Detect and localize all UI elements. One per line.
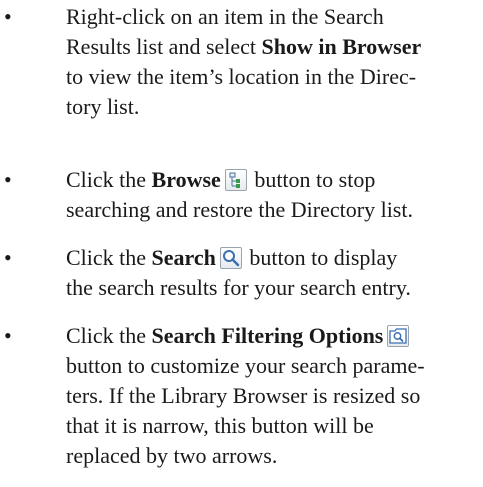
text-line: ters. If the Library Browser is resized …: [66, 383, 421, 408]
text-line: Results list and select Show in Browser: [66, 32, 478, 62]
search-magnifier-icon: [219, 247, 242, 269]
text-line: searching and restore the Directory list…: [66, 197, 413, 222]
list-item-text: Click the Search Filtering Options butto…: [66, 321, 478, 471]
text-line: Click the Browse button to stop: [66, 165, 478, 195]
text-line: replaced by two arrows.: [66, 443, 278, 468]
list-item-text: Click the Browse button to stop searchin…: [66, 165, 478, 225]
text-line: button to customize your search parame-: [66, 353, 425, 378]
text-run: Results list and select: [66, 34, 262, 59]
bullet-point: •: [4, 4, 12, 29]
bullet-point: •: [4, 245, 12, 270]
document-page: • Right-click on an item in the Search R…: [0, 0, 483, 487]
text-run: Click the: [66, 245, 152, 270]
text-line: Right-click on an item in the Search: [66, 4, 384, 29]
text-run: Click the: [66, 323, 152, 348]
bullet-point: •: [4, 323, 12, 348]
show-in-browser-term: Show in Browser: [261, 34, 422, 59]
bullet-point: •: [4, 167, 12, 192]
search-term: Search: [151, 245, 216, 270]
search-filtering-options-term: Search Filtering Options: [151, 323, 384, 348]
search-filter-icon: [387, 325, 410, 347]
text-line: Click the Search Filtering Options: [66, 321, 478, 351]
list-item-text: Right-click on an item in the Search Res…: [66, 2, 478, 122]
text-run: Click the: [66, 167, 152, 192]
text-line: the search results for your search entry…: [66, 275, 411, 300]
text-line: to view the item’s location in the Direc…: [66, 64, 417, 89]
text-line: Click the Search button to display: [66, 243, 478, 273]
text-run: button to stop: [248, 167, 376, 192]
browse-tree-icon: [224, 169, 247, 191]
text-line: tory list.: [66, 94, 140, 119]
browse-term: Browse: [151, 167, 221, 192]
text-line: that it is narrow, this button will be: [66, 413, 374, 438]
list-item-text: Click the Search button to display the s…: [66, 243, 478, 303]
text-run: button to display: [243, 245, 398, 270]
